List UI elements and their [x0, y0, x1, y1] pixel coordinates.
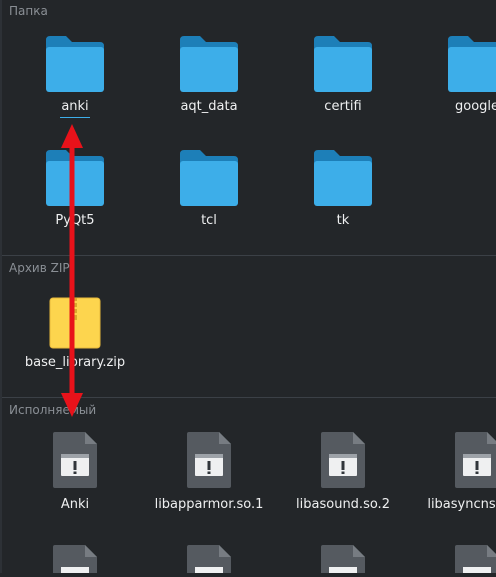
folder-icon [180, 150, 238, 206]
folder-label: certifi [324, 99, 362, 114]
section-divider [2, 255, 496, 256]
exec-label: libasyncns.so.0 [427, 497, 496, 512]
exec-label: libapparmor.so.1 [154, 497, 264, 512]
folder-item-pyqt5[interactable]: PyQt5 [13, 150, 137, 230]
folder-icon [314, 150, 372, 206]
panel-left-edge [0, 0, 2, 573]
folder-icon [180, 36, 238, 92]
executable-icon-partial [187, 545, 231, 577]
section-header-exec: Исполняемый [9, 403, 97, 417]
zip-item-base-library[interactable]: base_library.zip [13, 297, 137, 377]
folder-icon [46, 36, 104, 92]
exec-item-anki[interactable]: Anki [13, 432, 137, 522]
zip-archive-icon [49, 297, 101, 349]
folder-item-aqt-data[interactable]: aqt_data [147, 36, 271, 126]
executable-icon-partial [53, 545, 97, 577]
exec-label: libasound.so.2 [296, 497, 390, 512]
folder-icon [46, 150, 104, 206]
folder-label: tk [336, 213, 350, 228]
folder-item-tcl[interactable]: tcl [147, 150, 271, 230]
folder-label: google [454, 99, 496, 114]
folder-label: anki [13, 99, 137, 118]
executable-icon-partial [321, 545, 365, 577]
executable-icon-partial [455, 545, 496, 577]
folder-icon [448, 36, 496, 96]
executable-icon [455, 432, 496, 492]
folder-icon [314, 36, 372, 92]
exec-item-libapparmor[interactable]: libapparmor.so.1 [147, 432, 271, 522]
folder-item-anki[interactable]: anki [13, 36, 137, 126]
folder-item-tk[interactable]: tk [281, 150, 405, 230]
section-header-folders: Папка [9, 4, 48, 18]
folder-item-certifi[interactable]: certifi [281, 36, 405, 126]
section-header-zip: Архив ZIP [9, 261, 70, 275]
folder-label: PyQt5 [55, 213, 95, 228]
zip-label: base_library.zip [24, 355, 126, 370]
executable-icon [187, 432, 231, 488]
folder-item-google[interactable]: google [415, 36, 496, 126]
exec-label: Anki [60, 497, 90, 512]
executable-icon [53, 432, 97, 488]
folder-label: aqt_data [180, 99, 238, 114]
executable-icon [321, 432, 365, 488]
exec-item-libasyncns[interactable]: libasyncns.so.0 [415, 432, 496, 522]
exec-item-libasound[interactable]: libasound.so.2 [281, 432, 405, 522]
section-divider [2, 397, 496, 398]
folder-label: tcl [201, 213, 217, 228]
